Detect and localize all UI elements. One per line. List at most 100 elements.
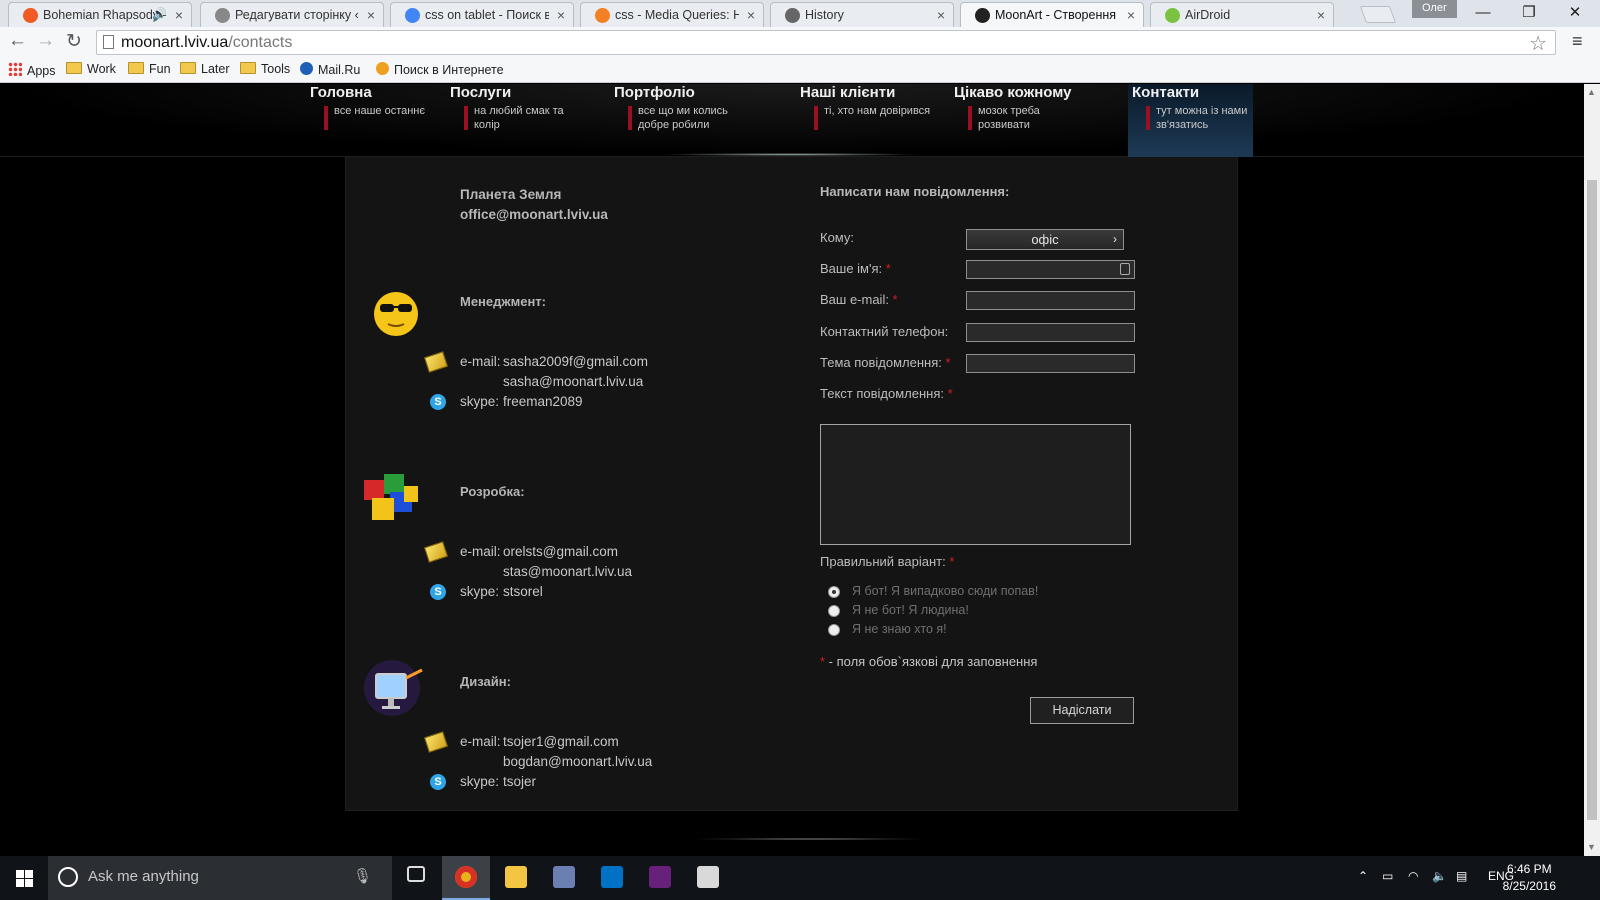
microphone-icon[interactable]: 🎙: [353, 867, 372, 885]
scroll-thumb[interactable]: [1587, 180, 1597, 820]
show-hidden-icons-icon[interactable]: ⌃: [1358, 869, 1368, 883]
skype-label: skype:: [460, 394, 500, 409]
restore-icon[interactable]: ❐: [1506, 2, 1552, 26]
audio-playing-icon[interactable]: 🔊: [152, 7, 167, 21]
recipient-select[interactable]: офіс ›: [966, 229, 1124, 250]
chrome-taskbar-button[interactable]: [442, 856, 490, 900]
bookmark-work[interactable]: Work: [66, 62, 116, 76]
captcha-option-label[interactable]: Я не знаю хто я!: [852, 622, 947, 636]
chrome-menu-icon[interactable]: ≡: [1572, 31, 1583, 52]
footer-divider: [690, 838, 930, 840]
nav-item[interactable]: Послуги на любий смак та колір: [446, 84, 596, 157]
skype-icon: S: [430, 774, 446, 790]
tab-close-icon[interactable]: ×: [937, 7, 945, 23]
tab-close-icon[interactable]: ×: [557, 7, 565, 23]
subject-input[interactable]: [966, 354, 1135, 373]
history-icon: [785, 8, 800, 23]
email-input[interactable]: [966, 291, 1135, 310]
bookmark-apps[interactable]: Apps: [8, 62, 56, 78]
paint-taskbar-button[interactable]: [684, 856, 732, 900]
browser-tab[interactable]: css on tablet - Поиск в Go ×: [390, 2, 574, 27]
captcha-radio[interactable]: [828, 624, 840, 636]
bookmark-star-icon[interactable]: ☆: [1529, 31, 1547, 56]
clock[interactable]: 6:46 PM 8/25/2016: [1503, 861, 1556, 895]
captcha-radio[interactable]: [828, 586, 840, 598]
windows-start-icon[interactable]: [16, 870, 33, 887]
browser-tab[interactable]: AirDroid ×: [1150, 2, 1334, 27]
new-tab-button[interactable]: [1359, 6, 1397, 23]
nav-title: Послуги: [450, 84, 512, 101]
scroll-down-icon[interactable]: ▼: [1587, 842, 1596, 852]
captcha-option-label[interactable]: Я бот! Я випадково сюди попав!: [852, 584, 1038, 598]
tab-title: Редагувати сторінку ‹ lux: [235, 8, 359, 22]
email-address[interactable]: sasha2009f@gmail.com: [503, 352, 648, 372]
captcha-radio[interactable]: [828, 605, 840, 617]
captcha-option-label[interactable]: Я не бот! Я людина!: [852, 603, 969, 617]
nav-subtitle: на любий смак та колір: [474, 105, 564, 131]
mailru-icon: [300, 62, 313, 75]
outlook-taskbar-button[interactable]: [588, 856, 636, 900]
volume-icon[interactable]: 🔈: [1432, 869, 1447, 883]
browser-tab[interactable]: Редагувати сторінку ‹ lux ×: [200, 2, 384, 27]
email-address[interactable]: orelsts@gmail.com: [503, 542, 618, 562]
nav-item[interactable]: Контакти тут можна із нами зв'язатись: [1128, 84, 1253, 157]
nav-item[interactable]: Портфоліо все що ми колись добре робили: [610, 84, 780, 157]
email-address[interactable]: sasha@moonart.lviv.ua: [503, 372, 643, 392]
browser-tab[interactable]: Bohemian Rhapsody - 🔊 ×: [8, 2, 192, 27]
tab-close-icon[interactable]: ×: [175, 7, 183, 23]
password-manager-icon[interactable]: [1120, 263, 1130, 275]
minimize-icon[interactable]: —: [1460, 2, 1506, 26]
recipient-value: офіс: [1031, 232, 1059, 247]
message-textarea[interactable]: [820, 424, 1131, 545]
bookmark-later[interactable]: Later: [180, 62, 230, 76]
scroll-up-icon[interactable]: ▲: [1587, 87, 1596, 97]
cortana-search-box[interactable]: Ask me anything 🎙: [48, 856, 392, 900]
phone-input[interactable]: [966, 323, 1135, 342]
bookmark-tools[interactable]: Tools: [240, 62, 290, 76]
nav-item[interactable]: Цікаво кожному мозок треба розвивати: [950, 84, 1120, 157]
back-icon[interactable]: ←: [8, 30, 27, 52]
skype-handle[interactable]: tsojer: [503, 772, 536, 792]
battery-icon[interactable]: ▭: [1382, 869, 1393, 883]
skype-label: skype:: [460, 774, 500, 789]
submit-button[interactable]: Надіслати: [1030, 697, 1134, 724]
email-address[interactable]: tsojer1@gmail.com: [503, 732, 619, 752]
skype-handle[interactable]: stsorel: [503, 582, 543, 602]
nav-item[interactable]: Головна все наше останнє: [306, 84, 436, 157]
search-icon: [376, 62, 389, 75]
tab-close-icon[interactable]: ×: [367, 7, 375, 23]
email-address[interactable]: bogdan@moonart.lviv.ua: [503, 752, 652, 772]
profile-button[interactable]: Олег: [1412, 0, 1457, 18]
windows-taskbar: Ask me anything 🎙 ⌃ ▭ ◠ 🔈 ▤ ENG 6:46 PM …: [0, 856, 1600, 900]
bookmark-mail-ru[interactable]: Mail.Ru: [300, 62, 360, 77]
browser-tab[interactable]: History ×: [770, 2, 954, 27]
address-bar[interactable]: moonart.lviv.ua/contacts ☆: [96, 30, 1556, 55]
nav-item[interactable]: Наші клієнти ті, хто нам довірився: [796, 84, 936, 157]
bookmark--[interactable]: Поиск в Интернете: [376, 62, 504, 77]
email-address[interactable]: stas@moonart.lviv.ua: [503, 562, 632, 582]
visual-studio-taskbar-button[interactable]: [636, 856, 684, 900]
bookmark-fun[interactable]: Fun: [128, 62, 171, 76]
browser-tab[interactable]: css - Media Queries: How ×: [580, 2, 764, 27]
moonart-icon: [975, 8, 990, 23]
forward-icon[interactable]: →: [36, 30, 55, 52]
tab-close-icon[interactable]: ×: [1317, 7, 1325, 23]
page-scrollbar[interactable]: ▲ ▼: [1584, 84, 1600, 856]
close-window-icon[interactable]: ✕: [1552, 2, 1598, 26]
action-center-icon[interactable]: ▤: [1456, 869, 1467, 883]
lock-app-taskbar-button[interactable]: [540, 856, 588, 900]
puzzle-icon: [360, 466, 424, 530]
nav-subtitle: тут можна із нами зв'язатись: [1156, 105, 1248, 131]
nav-subtitle: все що ми колись добре робили: [638, 105, 728, 131]
name-input[interactable]: [966, 260, 1135, 279]
reload-icon[interactable]: ↻: [66, 30, 82, 53]
task-view-taskbar-button[interactable]: [392, 856, 440, 900]
task-view-icon: [407, 866, 425, 882]
skype-handle[interactable]: freeman2089: [503, 392, 583, 412]
tab-close-icon[interactable]: ×: [1127, 7, 1135, 23]
browser-tab[interactable]: MoonArt - Створення са ×: [960, 2, 1144, 27]
wifi-icon[interactable]: ◠: [1408, 869, 1418, 883]
file-explorer-taskbar-button[interactable]: [492, 856, 540, 900]
tab-close-icon[interactable]: ×: [747, 7, 755, 23]
office-email[interactable]: office@moonart.lviv.ua: [460, 205, 608, 225]
